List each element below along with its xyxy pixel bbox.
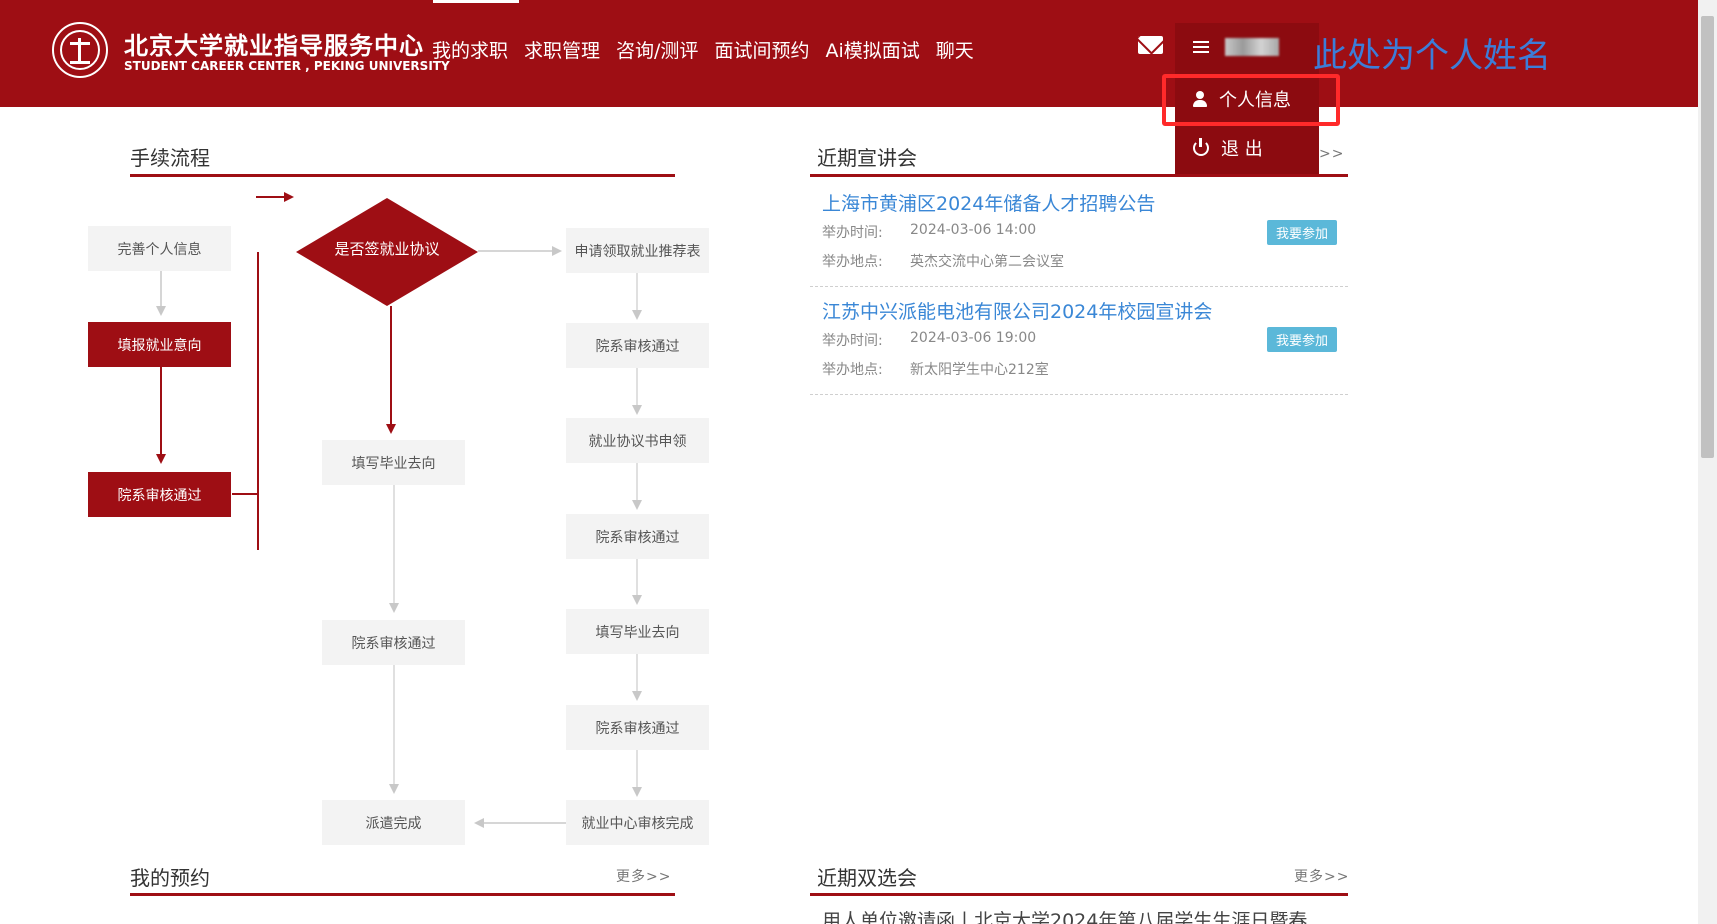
menu-item-logout[interactable]: 退 出: [1193, 135, 1263, 161]
fairs-section-title: 近期双选会: [817, 866, 917, 890]
fair-item-1[interactable]: 用人单位邀请函丨北京大学2024年第八届学生生涯日暨春...: [822, 906, 1325, 924]
page-scrollbar[interactable]: [1698, 0, 1717, 924]
name-annotation: 此处为个人姓名: [1313, 36, 1551, 76]
hamburger-icon: [1193, 41, 1209, 53]
step-apply-recommend: 申请领取就业推荐表: [566, 228, 709, 273]
main-nav: 我的求职 求职管理 咨询/测评 面试间预约 Ai模拟面试 聊天: [432, 36, 990, 63]
lecture-2-time-label: 举办时间:: [822, 333, 883, 349]
fairs-section-line: [810, 893, 1348, 896]
scrollbar-thumb[interactable]: [1701, 16, 1714, 458]
process-section-line: [130, 174, 675, 177]
step-dept-approve-r1: 院系审核通过: [566, 323, 709, 368]
pku-seal-logo[interactable]: [52, 22, 108, 78]
step-dept-approve-left: 院系审核通过: [88, 472, 231, 517]
lecture-title-2[interactable]: 江苏中兴派能电池有限公司2024年校园宣讲会: [822, 297, 1212, 324]
lecture-1-time: 2024-03-06 14:00: [910, 222, 1037, 238]
step-complete-info: 完善个人信息: [88, 226, 231, 271]
lecture-2-time: 2024-03-06 19:00: [910, 330, 1037, 346]
lecture-2-join-button[interactable]: 我要参加: [1267, 327, 1337, 352]
mail-icon[interactable]: [1138, 36, 1163, 54]
logo-title-cn[interactable]: 北京大学就业指导服务中心: [124, 26, 424, 61]
lectures-section-line: [810, 174, 1348, 177]
decision-label: 是否签就业协议: [334, 240, 440, 258]
menu-item-logout-label: 退 出: [1221, 139, 1263, 160]
lecture-divider-2: [810, 394, 1348, 395]
nav-consult-assess[interactable]: 咨询/测评: [616, 36, 698, 63]
appointments-section-line: [130, 893, 675, 896]
lecture-title-1[interactable]: 上海市黄浦区2024年储备人才招聘公告: [822, 189, 1155, 216]
nav-ai-mock-interview[interactable]: Ai模拟面试: [825, 36, 919, 63]
lecture-2-place: 新太阳学生中心212室: [910, 362, 1049, 378]
lecture-1-time-label: 举办时间:: [822, 225, 883, 241]
process-section-title: 手续流程: [130, 146, 210, 170]
lecture-1-join-button[interactable]: 我要参加: [1267, 220, 1337, 245]
nav-chat[interactable]: 聊天: [936, 36, 974, 63]
username-blurred: [1225, 38, 1279, 56]
power-icon: [1193, 138, 1209, 156]
appointments-section-title: 我的预约: [130, 866, 210, 890]
user-menu-toggle[interactable]: [1175, 23, 1319, 72]
lecture-2-place-label: 举办地点:: [822, 362, 883, 378]
nav-interview-room-booking[interactable]: 面试间预约: [714, 36, 809, 63]
lectures-more-link[interactable]: >>: [1319, 146, 1344, 162]
step-fill-intention: 填报就业意向: [88, 322, 231, 367]
step-center-approve: 就业中心审核完成: [566, 800, 709, 845]
step-fill-destination-mid: 填写毕业去向: [322, 440, 465, 485]
lecture-divider-1: [810, 286, 1348, 287]
step-dept-approve-r3: 院系审核通过: [566, 705, 709, 750]
fairs-more-link[interactable]: 更多>>: [1294, 866, 1349, 886]
nav-job-management[interactable]: 求职管理: [524, 36, 600, 63]
step-dept-approve-r2: 院系审核通过: [566, 514, 709, 559]
logo-title-en[interactable]: STUDENT CAREER CENTER , PEKING UNIVERSIT…: [124, 59, 450, 73]
lecture-1-place: 英杰交流中心第二会议室: [910, 254, 1064, 270]
appointments-more-link[interactable]: 更多>>: [616, 866, 671, 886]
lecture-1-place-label: 举办地点:: [822, 254, 883, 270]
lectures-section-title: 近期宣讲会: [817, 146, 917, 170]
flowchart-connectors: [156, 192, 642, 828]
nav-active-indicator: [433, 0, 519, 3]
step-agreement-claim: 就业协议书申领: [566, 418, 709, 463]
step-dispatch-done: 派遣完成: [322, 800, 465, 845]
annotation-highlight-box: [1162, 74, 1340, 126]
nav-my-job-search[interactable]: 我的求职: [432, 36, 508, 63]
step-dept-approve-mid: 院系审核通过: [322, 620, 465, 665]
step-fill-destination-r: 填写毕业去向: [566, 609, 709, 654]
top-header: 北京大学就业指导服务中心 STUDENT CAREER CENTER , PEK…: [0, 0, 1698, 107]
